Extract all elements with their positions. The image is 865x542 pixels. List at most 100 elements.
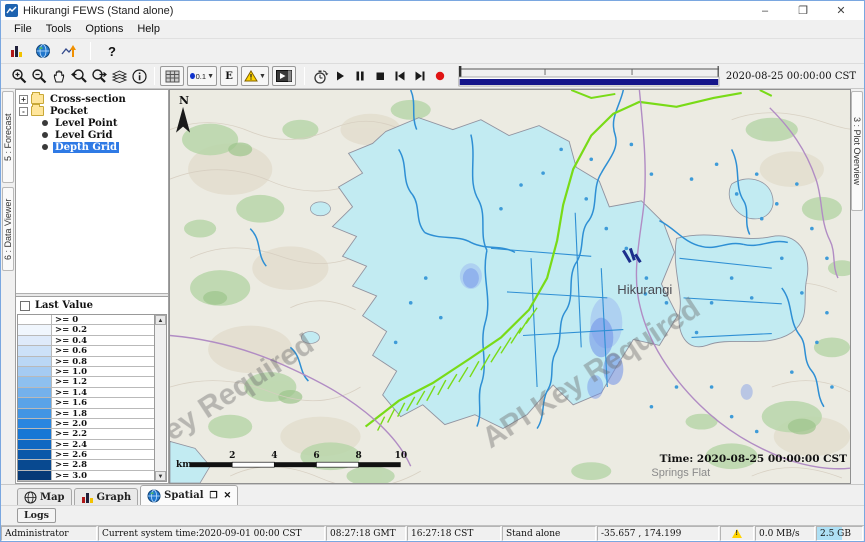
tab-plot-overview[interactable]: 3 : Plot Overview <box>851 91 863 211</box>
legend-row[interactable]: >= 1.0 <box>18 367 154 377</box>
export-animation-icon[interactable] <box>310 66 330 86</box>
tree-node-cross-section[interactable]: + Cross-section <box>18 93 168 105</box>
legend-row[interactable]: >= 1.2 <box>18 377 154 387</box>
legend-color-swatch <box>18 460 52 469</box>
tab-spatial[interactable]: Spatial ❐ ✕ <box>140 485 238 505</box>
tab-graph[interactable]: Graph <box>74 488 139 505</box>
menu-file[interactable]: File <box>7 21 39 37</box>
legend-row[interactable]: >= 2.0 <box>18 419 154 429</box>
warning-dropdown[interactable]: ▼ <box>241 66 269 86</box>
grid-value-dropdown[interactable]: 0.1 ▼ <box>187 66 217 86</box>
legend-row[interactable]: >= 1.6 <box>18 398 154 408</box>
chevron-down-icon: ▼ <box>207 73 214 80</box>
tree-node-level-grid[interactable]: Level Grid <box>18 129 168 141</box>
map-toolbar: 0.1 ▼ E ▼ <box>1 63 864 89</box>
zoom-previous-icon[interactable] <box>69 66 89 86</box>
legend-row[interactable]: >= 0.4 <box>18 336 154 346</box>
status-mode: Stand alone <box>502 526 596 541</box>
tab-map[interactable]: Map <box>17 488 72 505</box>
step-back-button[interactable] <box>390 66 410 86</box>
play-button[interactable] <box>330 66 350 86</box>
grid-display-button[interactable] <box>160 66 184 86</box>
legend-color-swatch <box>18 419 52 428</box>
tab-close-icon[interactable]: ✕ <box>224 491 232 501</box>
help-icon[interactable]: ? <box>102 41 122 61</box>
place-label: Springs Flat <box>651 467 710 479</box>
folder-icon <box>31 106 44 116</box>
menu-help[interactable]: Help <box>130 21 167 37</box>
status-warning-cell[interactable] <box>720 526 754 541</box>
legend-row[interactable]: >= 2.8 <box>18 460 154 470</box>
legend-scrollbar[interactable]: ▲ ▼ <box>154 315 166 481</box>
legend-row[interactable]: >= 0.6 <box>18 346 154 356</box>
tree-node-label[interactable]: Pocket <box>48 106 90 117</box>
town-label: Hikurangi <box>617 282 672 297</box>
record-button[interactable] <box>430 66 450 86</box>
classifier-label: E <box>225 71 233 82</box>
zoom-in-icon[interactable] <box>9 66 29 86</box>
legend-row[interactable]: >= 2.2 <box>18 429 154 439</box>
timeseries-display-icon[interactable] <box>59 41 79 61</box>
legend-color-swatch <box>18 471 52 480</box>
scroll-up-icon[interactable]: ▲ <box>155 315 166 325</box>
tree-node-pocket[interactable]: - Pocket <box>18 105 168 117</box>
menu-bar: File Tools Options Help <box>1 20 864 39</box>
legend-row[interactable]: >= 3.0 <box>18 471 154 481</box>
last-value-checkbox[interactable] <box>20 301 30 311</box>
logs-button[interactable]: Logs <box>17 508 56 523</box>
collapse-icon[interactable]: - <box>19 107 28 116</box>
legend-row[interactable]: >= 0.8 <box>18 357 154 367</box>
minimize-button[interactable]: – <box>746 2 784 20</box>
tab-restore-icon[interactable]: ❐ <box>210 491 218 501</box>
legend-row-label: >= 1.2 <box>52 377 154 386</box>
last-value-label: Last Value <box>35 300 93 311</box>
expand-icon[interactable]: + <box>19 95 28 104</box>
legend-row-label: >= 1.8 <box>52 409 154 418</box>
close-button[interactable]: ✕ <box>822 2 860 20</box>
legend-color-swatch <box>18 346 52 355</box>
tab-data-viewer[interactable]: 6 : Data Viewer <box>2 187 14 271</box>
legend-row-label: >= 0.6 <box>52 346 154 355</box>
tree-node-level-point[interactable]: Level Point <box>18 117 168 129</box>
info-icon[interactable] <box>129 66 149 86</box>
legend-color-swatch <box>18 377 52 386</box>
legend-row[interactable]: >= 2.4 <box>18 440 154 450</box>
legend-row[interactable]: >= 0 <box>18 315 154 325</box>
tree-node-depth-grid[interactable]: Depth Grid <box>18 141 168 153</box>
tree-node-label[interactable]: Level Grid <box>53 130 114 141</box>
menu-tools[interactable]: Tools <box>39 21 79 37</box>
time-slider[interactable] <box>458 65 720 87</box>
pan-hand-icon[interactable] <box>49 66 69 86</box>
scroll-down-icon[interactable]: ▼ <box>155 471 166 481</box>
legend-row[interactable]: >= 2.6 <box>18 450 154 460</box>
tree-node-label[interactable]: Cross-section <box>48 94 128 105</box>
bar-chart-icon[interactable] <box>7 41 27 61</box>
classifier-button[interactable]: E <box>220 66 238 86</box>
svg-text:6: 6 <box>313 451 319 461</box>
globe-icon[interactable] <box>33 41 53 61</box>
legend-row-label: >= 2.6 <box>52 450 154 459</box>
maximize-button[interactable]: ❐ <box>784 2 822 20</box>
wireframe-globe-icon <box>24 491 37 504</box>
status-gmt-time: 08:27:18 GMT <box>326 526 406 541</box>
step-forward-button[interactable] <box>410 66 430 86</box>
legend-row[interactable]: >= 1.8 <box>18 409 154 419</box>
tab-forecast[interactable]: 5 : Forecast <box>2 91 14 183</box>
zoom-out-icon[interactable] <box>29 66 49 86</box>
legend-row[interactable]: >= 0.2 <box>18 325 154 335</box>
status-memory: 2.5 GB <box>816 526 863 541</box>
movie-display-button[interactable] <box>272 66 296 86</box>
layers-icon[interactable] <box>109 66 129 86</box>
logs-row: Logs <box>1 505 864 525</box>
tree-node-label-selected[interactable]: Depth Grid <box>53 142 119 153</box>
map-viewport[interactable]: API Key Required API Key Required Hikura… <box>169 89 851 484</box>
legend-color-swatch <box>18 429 52 438</box>
tree-node-label[interactable]: Level Point <box>53 118 119 129</box>
menu-options[interactable]: Options <box>78 21 130 37</box>
zoom-next-icon[interactable] <box>89 66 109 86</box>
stop-button[interactable] <box>370 66 390 86</box>
bullet-icon <box>42 144 48 150</box>
pause-button[interactable] <box>350 66 370 86</box>
grid-dot-icon <box>190 73 195 79</box>
legend-row[interactable]: >= 1.4 <box>18 388 154 398</box>
